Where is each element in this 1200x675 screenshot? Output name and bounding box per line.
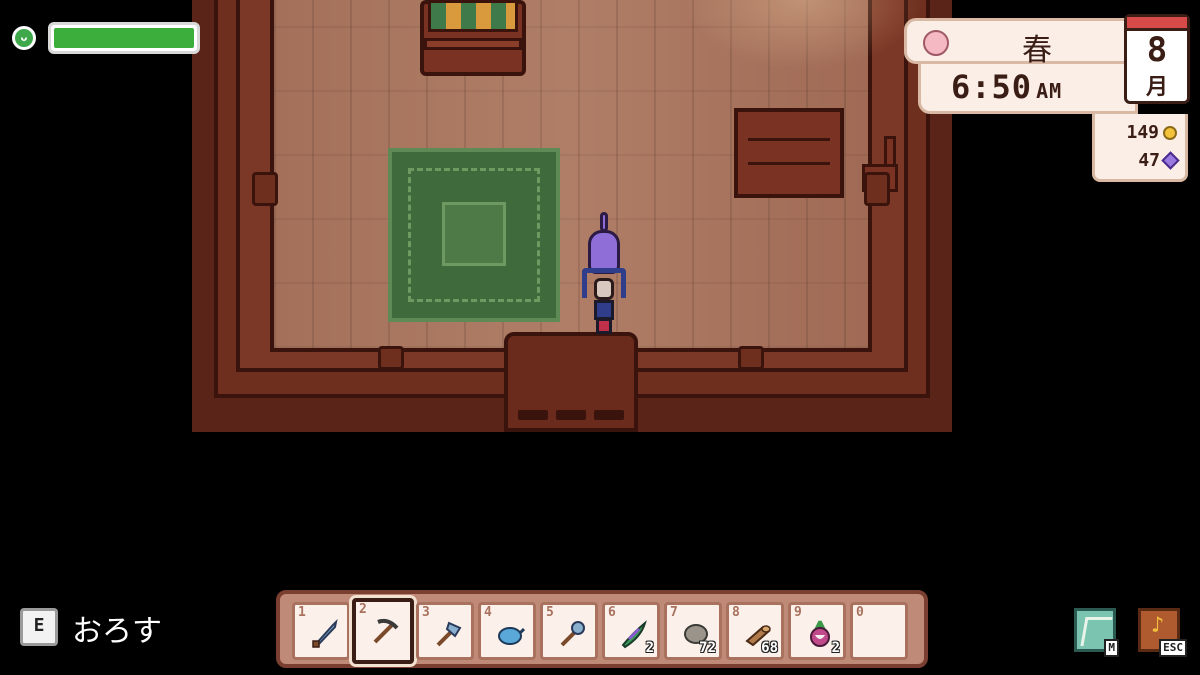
calendar-month: 月 <box>1145 75 1168 100</box>
light-glow <box>684 0 924 70</box>
item-count: 2 <box>645 640 654 656</box>
season-panel: 春 <box>904 18 1134 68</box>
hotbar-slot-5[interactable]: 5 <box>540 602 598 660</box>
slot-number: 0 <box>856 605 864 620</box>
player-character <box>578 212 630 334</box>
room <box>192 0 952 432</box>
slot-number: 8 <box>732 605 740 620</box>
shovel-icon <box>557 619 587 649</box>
wooden-table[interactable] <box>734 108 844 198</box>
gem-row: 47 <box>1138 150 1180 171</box>
door[interactable] <box>504 332 638 432</box>
slot-number: 1 <box>298 605 306 620</box>
currency-panel: 149 47 <box>1092 114 1188 182</box>
wall-peg-right <box>864 172 890 206</box>
wall-peg-left <box>252 172 278 206</box>
gem-amount: 47 <box>1138 150 1160 171</box>
slot-number: 5 <box>546 605 554 620</box>
slot-number: 2 <box>359 602 367 617</box>
hotbar-slot-3[interactable]: 3 <box>416 602 474 660</box>
hotbar: 1 2 3 4 5 6 2 7 72 8 68 9 2 0 <box>276 590 928 668</box>
coin-icon <box>1163 125 1177 140</box>
pickaxe-icon <box>370 616 400 646</box>
hotbar-slot-2[interactable]: 2 <box>352 598 414 664</box>
health-bar-fill <box>54 28 194 48</box>
player-sprite <box>582 268 626 334</box>
health-bar <box>48 22 200 54</box>
menu-key-label: ESC <box>1159 639 1187 657</box>
calendar-day: 8 <box>1146 30 1168 70</box>
slot-number: 7 <box>670 605 678 620</box>
clock-ampm: AM <box>1036 79 1063 103</box>
gold-amount: 149 <box>1126 122 1159 143</box>
slot-number: 4 <box>484 605 492 620</box>
health-icon: ᴗ <box>12 26 36 50</box>
wall-peg-bottom-left <box>378 346 404 370</box>
map-key-label: M <box>1104 639 1119 657</box>
clock: 6:50 AM <box>951 68 1062 106</box>
item-count: 72 <box>699 640 716 656</box>
hotbar-slot-7[interactable]: 7 72 <box>664 602 722 660</box>
green-rug <box>388 148 560 322</box>
slot-number: 3 <box>422 605 430 620</box>
time-panel: 6:50 AM <box>918 64 1138 114</box>
bed-quilt <box>428 0 518 32</box>
hotbar-slot-4[interactable]: 4 <box>478 602 536 660</box>
action-label: おろす <box>72 614 162 649</box>
hotbar-slot-1[interactable]: 1 <box>292 602 350 660</box>
seaweed-icon <box>619 619 649 649</box>
sakura-icon <box>923 30 949 56</box>
gold-row: 149 <box>1126 122 1177 143</box>
season-label: 春 <box>1022 33 1052 68</box>
axe-icon <box>433 619 463 649</box>
turnip-icon <box>805 619 835 649</box>
slot-number: 6 <box>608 605 616 620</box>
clock-time: 6:50 <box>951 68 1033 106</box>
calendar: 8 月 <box>1124 14 1190 104</box>
hotbar-slot-8[interactable]: 8 68 <box>726 602 784 660</box>
wall-peg-bottom-right <box>738 346 764 370</box>
carried-pet <box>586 212 622 274</box>
hotbar-slot-0[interactable]: 0 <box>850 602 908 660</box>
gem-icon <box>1161 151 1180 170</box>
map-button[interactable]: M <box>1074 608 1119 657</box>
hotbar-slot-6[interactable]: 62 <box>602 602 660 660</box>
wooden-floor <box>270 0 924 352</box>
hotbar-slot-9[interactable]: 92 <box>788 602 846 660</box>
slot-number: 9 <box>794 605 802 620</box>
item-count: 2 <box>831 640 840 656</box>
menu-button[interactable]: ESC <box>1138 608 1187 657</box>
bed[interactable] <box>420 0 526 76</box>
watering-can-icon <box>495 619 526 649</box>
calendar-header <box>1127 17 1187 31</box>
action-key[interactable]: E <box>20 608 58 646</box>
item-count: 68 <box>761 640 778 656</box>
sword-icon <box>309 618 339 649</box>
